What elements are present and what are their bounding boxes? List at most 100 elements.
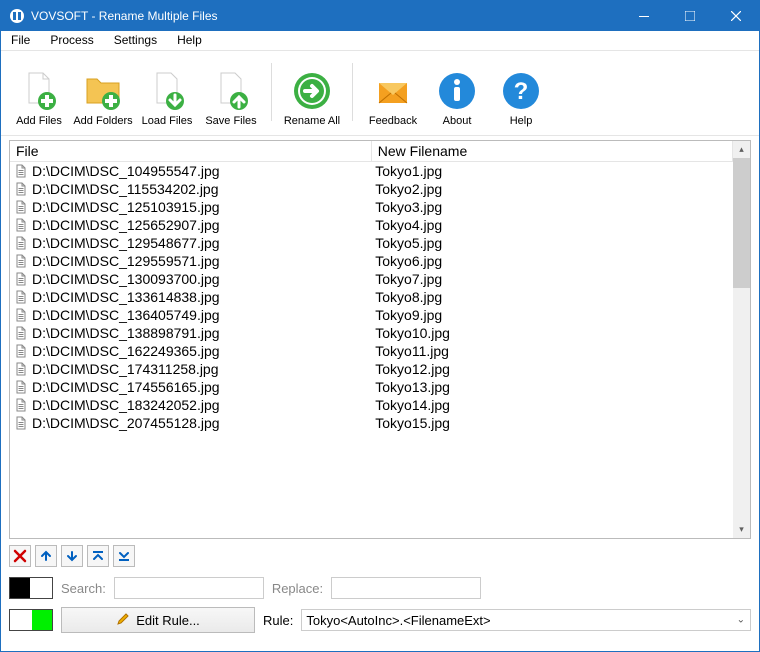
new-filename: Tokyo13.jpg [371, 378, 732, 396]
table-row[interactable]: D:\DCIM\DSC_129548677.jpgTokyo5.jpg [10, 234, 733, 252]
new-filename: Tokyo8.jpg [371, 288, 732, 306]
load-files-button[interactable]: Load Files [135, 55, 199, 129]
edit-rule-button[interactable]: Edit Rule... [61, 607, 255, 633]
new-filename: Tokyo7.jpg [371, 270, 732, 288]
scroll-thumb[interactable] [733, 158, 750, 288]
table-row[interactable]: D:\DCIM\DSC_115534202.jpgTokyo2.jpg [10, 180, 733, 198]
maximize-button[interactable] [667, 1, 713, 31]
new-filename: Tokyo10.jpg [371, 324, 732, 342]
menubar: File Process Settings Help [1, 31, 759, 51]
file-icon [14, 164, 28, 178]
help-button[interactable]: ? Help [489, 55, 553, 129]
envelope-icon [371, 69, 415, 113]
edit-rule-label: Edit Rule... [136, 613, 200, 628]
scroll-down-button[interactable]: ▾ [733, 521, 750, 538]
toolbar-separator [271, 63, 272, 121]
file-icon [14, 290, 28, 304]
toolbar-label: Load Files [142, 115, 193, 127]
replace-label: Replace: [272, 581, 323, 596]
delete-row-button[interactable] [9, 545, 31, 567]
file-path: D:\DCIM\DSC_125103915.jpg [32, 199, 220, 215]
rename-all-button[interactable]: Rename All [280, 55, 344, 129]
new-filename: Tokyo1.jpg [371, 162, 732, 181]
search-replace-panel: Search: Replace: [1, 573, 759, 603]
toolbar-label: About [443, 115, 472, 127]
toolbar-label: Feedback [369, 115, 417, 127]
file-icon [14, 326, 28, 340]
table-row[interactable]: D:\DCIM\DSC_174311258.jpgTokyo12.jpg [10, 360, 733, 378]
new-filename: Tokyo12.jpg [371, 360, 732, 378]
column-header-new-filename[interactable]: New Filename [371, 141, 732, 162]
row-tools [1, 539, 759, 573]
file-icon [14, 308, 28, 322]
table-row[interactable]: D:\DCIM\DSC_129559571.jpgTokyo6.jpg [10, 252, 733, 270]
table-row[interactable]: D:\DCIM\DSC_133614838.jpgTokyo8.jpg [10, 288, 733, 306]
table-row[interactable]: D:\DCIM\DSC_130093700.jpg Tokyo7.jpg [10, 270, 733, 288]
table-row[interactable]: D:\DCIM\DSC_136405749.jpgTokyo9.jpg [10, 306, 733, 324]
toolbar-label: Rename All [284, 115, 340, 127]
close-button[interactable] [713, 1, 759, 31]
menu-settings[interactable]: Settings [104, 31, 167, 50]
table-row[interactable]: D:\DCIM\DSC_125103915.jpg Tokyo3.jpg [10, 198, 733, 216]
toolbar-separator [352, 63, 353, 121]
folder-plus-icon [81, 69, 125, 113]
file-list[interactable]: File New Filename D:\DCIM\DSC_104955547.… [10, 141, 733, 538]
new-filename: Tokyo3.jpg [371, 198, 732, 216]
table-row[interactable]: D:\DCIM\DSC_174556165.jpgTokyo13.jpg [10, 378, 733, 396]
file-icon [14, 218, 28, 232]
toolbar-label: Add Folders [73, 115, 132, 127]
window-title: VOVSOFT - Rename Multiple Files [31, 9, 621, 23]
scroll-up-button[interactable]: ▴ [733, 141, 750, 158]
toolbar-label: Help [510, 115, 533, 127]
search-input[interactable] [114, 577, 264, 599]
table-row[interactable]: D:\DCIM\DSC_162249365.jpgTokyo11.jpg [10, 342, 733, 360]
move-up-button[interactable] [35, 545, 57, 567]
table-row[interactable]: D:\DCIM\DSC_183242052.jpgTokyo14.jpg [10, 396, 733, 414]
svg-text:?: ? [514, 78, 529, 105]
file-down-icon [145, 69, 189, 113]
file-icon [14, 380, 28, 394]
table-row[interactable]: D:\DCIM\DSC_125652907.jpgTokyo4.jpg [10, 216, 733, 234]
move-down-button[interactable] [61, 545, 83, 567]
menu-process[interactable]: Process [40, 31, 103, 50]
file-up-icon [209, 69, 253, 113]
table-row[interactable]: D:\DCIM\DSC_138898791.jpg Tokyo10.jpg [10, 324, 733, 342]
about-button[interactable]: About [425, 55, 489, 129]
add-folders-button[interactable]: Add Folders [71, 55, 135, 129]
save-files-button[interactable]: Save Files [199, 55, 263, 129]
rule-label: Rule: [263, 613, 293, 628]
file-plus-icon [17, 69, 61, 113]
question-icon: ? [499, 69, 543, 113]
info-icon [435, 69, 479, 113]
file-path: D:\DCIM\DSC_138898791.jpg [32, 325, 220, 341]
add-files-button[interactable]: Add Files [7, 55, 71, 129]
file-path: D:\DCIM\DSC_207455128.jpg [32, 415, 220, 431]
menu-help[interactable]: Help [167, 31, 212, 50]
file-path: D:\DCIM\DSC_183242052.jpg [32, 397, 220, 413]
menu-file[interactable]: File [1, 31, 40, 50]
replace-input[interactable] [331, 577, 481, 599]
file-icon [14, 182, 28, 196]
vertical-scrollbar[interactable]: ▴ ▾ [733, 141, 750, 538]
move-top-button[interactable] [87, 545, 109, 567]
file-path: D:\DCIM\DSC_162249365.jpg [32, 343, 220, 359]
move-bottom-button[interactable] [113, 545, 135, 567]
table-row[interactable]: D:\DCIM\DSC_104955547.jpg Tokyo1.jpg [10, 162, 733, 181]
search-label: Search: [61, 581, 106, 596]
search-replace-toggle[interactable] [9, 577, 53, 599]
table-row[interactable]: D:\DCIM\DSC_207455128.jpgTokyo15.jpg [10, 414, 733, 432]
file-icon [14, 398, 28, 412]
file-path: D:\DCIM\DSC_136405749.jpg [32, 307, 220, 323]
titlebar: VOVSOFT - Rename Multiple Files [1, 1, 759, 31]
file-path: D:\DCIM\DSC_130093700.jpg [32, 271, 220, 287]
rule-toggle[interactable] [9, 609, 53, 631]
rule-input[interactable] [301, 609, 751, 631]
minimize-button[interactable] [621, 1, 667, 31]
file-path: D:\DCIM\DSC_104955547.jpg [32, 163, 220, 179]
rule-panel: Edit Rule... Rule: ⌄ [1, 603, 759, 637]
new-filename: Tokyo6.jpg [371, 252, 732, 270]
file-icon [14, 416, 28, 430]
feedback-button[interactable]: Feedback [361, 55, 425, 129]
column-header-file[interactable]: File [10, 141, 371, 162]
new-filename: Tokyo2.jpg [371, 180, 732, 198]
